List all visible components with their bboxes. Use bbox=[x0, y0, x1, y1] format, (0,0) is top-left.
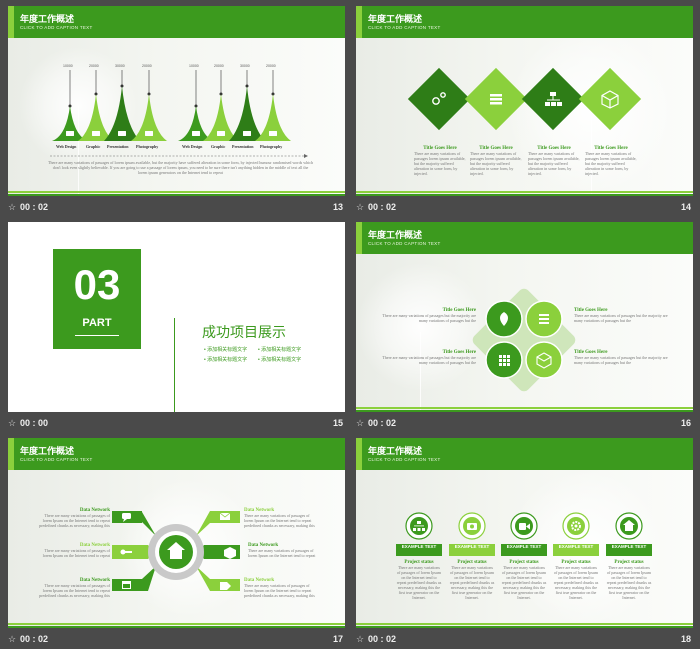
petal-item: Title Goes Here There are many variation… bbox=[382, 350, 476, 365]
slide-time: 00 : 02 bbox=[368, 418, 397, 428]
star-icon: ☆ bbox=[356, 202, 365, 212]
value-label: 20000 bbox=[142, 64, 152, 68]
calendar-icon bbox=[122, 581, 131, 589]
slide-number: 13 bbox=[332, 202, 343, 212]
slide-canvas: 年度工作概述 CLICK TO ADD CAPTION TEXT bbox=[356, 6, 693, 196]
category-label: Presentation bbox=[107, 144, 129, 149]
slide-number: 17 bbox=[332, 634, 343, 644]
slide-canvas: 年度工作概述 CLICK TO ADD CAPTION TEXT Title G… bbox=[356, 222, 693, 412]
star-icon: ☆ bbox=[356, 634, 365, 644]
slide-canvas: 年度工作概述 CLICK TO ADD CAPTION TEXT bbox=[8, 438, 345, 628]
camera-icon bbox=[467, 523, 477, 530]
network-item: Data Network There are many variations o… bbox=[39, 578, 110, 598]
slide-number: 14 bbox=[680, 202, 691, 212]
petal-item: Title Goes Here There are many variation… bbox=[574, 350, 668, 365]
star-icon: ☆ bbox=[8, 418, 17, 428]
body-text: There are many variations of passages of… bbox=[48, 160, 313, 175]
slide-canvas: 年度工作概述 CLICK TO ADD CAPTION TEXT EXAMPLE… bbox=[356, 438, 693, 628]
status-item: Project status There are many variations… bbox=[553, 560, 599, 600]
slide-number: 16 bbox=[680, 418, 691, 428]
example-tag: EXAMPLE TEXT bbox=[558, 544, 594, 549]
hub-diagram bbox=[112, 511, 240, 591]
value-label: 10000 bbox=[63, 64, 73, 68]
bullet-item: • 添加相关标题文字 bbox=[204, 347, 248, 353]
feature-item: Title Goes Here There are many variation… bbox=[585, 146, 637, 176]
section-number: 03 bbox=[73, 261, 121, 308]
value-label: 20000 bbox=[214, 64, 224, 68]
slide-meta: ☆ 00 : 02 14 bbox=[356, 198, 693, 218]
slide-time: 00 : 02 bbox=[368, 202, 397, 212]
slide-meta: ☆ 00 : 02 16 bbox=[356, 414, 693, 434]
star-icon: ☆ bbox=[8, 634, 17, 644]
category-label: Photography bbox=[260, 144, 283, 149]
status-item: Project status There are many variations… bbox=[396, 560, 442, 600]
list-icon bbox=[539, 314, 549, 324]
petal-item: Title Goes Here There are many variation… bbox=[574, 308, 668, 323]
value-label: 20000 bbox=[266, 64, 276, 68]
list-icon bbox=[490, 94, 502, 105]
category-label: Photography bbox=[136, 144, 159, 149]
slide-meta: ☆ 00 : 02 18 bbox=[356, 630, 693, 649]
slide-meta: ☆ 00 : 02 17 bbox=[8, 630, 345, 649]
star-icon: ☆ bbox=[8, 202, 17, 212]
section-label: PART bbox=[82, 317, 112, 329]
status-item: Project status There are many variations… bbox=[501, 560, 547, 600]
bullet-item: • 添加相关标题文字 bbox=[258, 357, 302, 363]
value-label: 10000 bbox=[189, 64, 199, 68]
network-item: Data Network There are many variations o… bbox=[244, 508, 315, 528]
mail-icon bbox=[219, 512, 231, 520]
star-icon: ☆ bbox=[356, 418, 365, 428]
slide-meta: ☆ 00 : 02 13 bbox=[8, 198, 345, 218]
category-label: Graphic bbox=[211, 144, 226, 149]
diamond-row bbox=[407, 67, 642, 131]
status-item: Project status There are many variations… bbox=[606, 560, 652, 600]
slide-canvas: 03 PART 成功项目展示 • 添加相关标题文字 • 添加相关标题文字 • 添… bbox=[8, 222, 345, 412]
slide-time: 00 : 02 bbox=[368, 634, 397, 644]
section-block: 03 PART bbox=[53, 249, 141, 349]
slide-number: 15 bbox=[332, 418, 343, 428]
petal-item: Title Goes Here There are many variation… bbox=[382, 308, 476, 323]
example-tag: EXAMPLE TEXT bbox=[506, 544, 542, 549]
category-label: Presentation bbox=[232, 144, 254, 149]
feature-item: Title Goes Here There are many variation… bbox=[528, 146, 580, 176]
example-tag: EXAMPLE TEXT bbox=[454, 544, 490, 549]
category-label: Web Design bbox=[182, 144, 203, 149]
feature-item: Title Goes Here There are many variation… bbox=[414, 146, 466, 176]
network-item: Data Network There are many variations o… bbox=[42, 543, 110, 558]
slide-canvas: 年度工作概述 CLICK TO ADD CAPTION TEXT bbox=[8, 6, 345, 196]
feature-item: Title Goes Here There are many variation… bbox=[470, 146, 522, 176]
slide-time: 00 : 00 bbox=[20, 418, 49, 428]
section-title: 成功项目展示 bbox=[202, 324, 286, 340]
value-label: 30000 bbox=[115, 64, 125, 68]
status-item: Project status There are many variations… bbox=[449, 560, 495, 600]
slide-time: 00 : 02 bbox=[20, 634, 49, 644]
example-tag: EXAMPLE TEXT bbox=[401, 544, 437, 549]
bullet-item: • 添加相关标题文字 bbox=[258, 347, 302, 353]
slide-time: 00 : 02 bbox=[20, 202, 49, 212]
example-tag: EXAMPLE TEXT bbox=[611, 544, 647, 549]
category-label: Web Design bbox=[56, 144, 77, 149]
slide-number: 18 bbox=[680, 634, 691, 644]
network-item: Data Network There are many variations o… bbox=[248, 543, 316, 558]
network-item: Data Network There are many variations o… bbox=[39, 508, 110, 528]
value-label: 20000 bbox=[89, 64, 99, 68]
bullet-item: • 添加相关标题文字 bbox=[204, 357, 248, 363]
category-label: Graphic bbox=[86, 144, 101, 149]
slide-meta: ☆ 00 : 00 15 bbox=[8, 414, 345, 434]
value-label: 30000 bbox=[240, 64, 250, 68]
grid-icon bbox=[499, 355, 510, 366]
network-item: Data Network There are many variations o… bbox=[244, 578, 315, 598]
